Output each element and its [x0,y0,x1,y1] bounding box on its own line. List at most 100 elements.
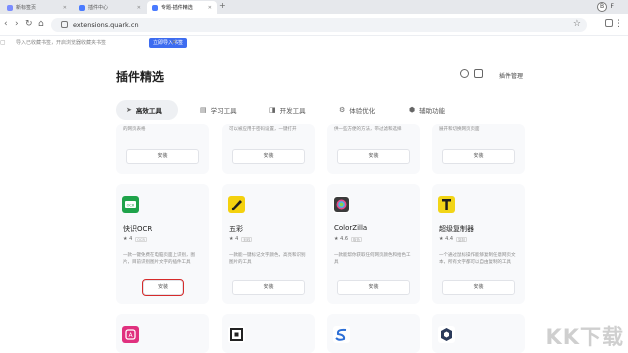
quark-favicon-icon [152,4,158,11]
extension-name[interactable]: 超级复制器 [439,224,474,234]
extension-card: 的网页表格 安装 [116,124,209,174]
bookmark-star-icon[interactable]: ☆ [573,19,581,29]
tab-label: 专题-插件精选 [161,5,193,11]
qr-icon [228,326,245,343]
new-tab-favicon-icon [7,4,13,11]
install-button[interactable]: 安装 [126,149,199,164]
back-arrow-icon[interactable]: ‹ [4,19,8,29]
install-button[interactable]: 安装 [232,280,305,295]
translate-icon: A [122,326,139,343]
tab-development[interactable]: ◨ 开发工具 [259,100,319,120]
address-bar[interactable]: extensions.quark.cn ☆ [51,18,587,32]
install-button[interactable]: 安装 [442,280,515,295]
category-label: 高效工具 [135,107,162,115]
extension-card: A [116,314,209,353]
rating-value: ★ 4 [229,236,239,242]
svg-text:OCR: OCR [127,203,135,207]
tab-accessibility[interactable]: ⬢ 辅助功能 [399,100,461,120]
rating-value: ★ 4.4 [439,236,454,242]
extension-description: 一个通过鼠标操作能够复制任意网页文本，所有文字都可以自由复制的工具 [439,253,516,265]
address-url[interactable]: extensions.quark.cn [73,21,139,29]
bookmarks-bar: ▢ 导入已收藏书签，开启浏览器收藏夹书签 立即导入书签 × [0,36,628,50]
svg-text:A: A [128,332,133,339]
install-button[interactable]: 安装 [337,280,410,295]
extension-card: 供一些方便的方法，带过滤和选择 安装 [327,124,420,174]
colorzilla-icon [333,196,350,213]
extension-rating: ★ 4.4 复制 [439,236,468,242]
extension-card [327,314,420,353]
close-tab-icon[interactable]: ✕ [208,5,212,11]
extension-name[interactable]: 五彩 [229,224,243,234]
bookmark-folder-icon[interactable]: ▢ [0,39,6,46]
extension-name[interactable]: ColorZilla [334,224,367,232]
extension-tag: OCR [135,236,147,242]
manage-extensions-link[interactable]: 插件管理 [499,71,523,80]
close-bookmarks-hint-icon[interactable]: × [171,38,177,46]
extension-tag: 复制 [456,236,468,242]
tab-label: 插件中心 [88,5,109,11]
extension-description: 可以被应用于密码设置，一键打开 [229,127,297,132]
tab-featured-extensions[interactable]: 专题-插件精选 ✕ [147,1,217,14]
browser-tab-strip: 新标签页 ✕ 插件中心 ✕ 专题-插件精选 ✕ + B F [0,0,628,14]
s-logo-icon [333,326,350,343]
extensions-toolbar-icon[interactable] [605,19,613,27]
settings-icon: ⚙ [339,106,346,114]
page-title: 插件精选 [116,70,165,84]
close-tab-icon[interactable]: ✕ [137,5,141,11]
tab-extensions-center[interactable]: 插件中心 ✕ [74,1,146,14]
rating-value: ★ 4.6 [334,236,349,242]
import-bookmarks-button[interactable]: 立即导入书签 [149,38,188,48]
extension-tag: 划线 [241,236,253,242]
menu-dots-icon[interactable]: ⋮ [614,19,623,29]
extension-rating: ★ 4 OCR [123,236,147,242]
install-button[interactable]: 安装 [337,149,410,164]
extension-card: 可以被应用于密码设置，一键打开 安装 [222,124,315,174]
extension-description: 一款能一键标记文字颜色，高亮和识别图片的工具 [229,253,306,265]
profile-label[interactable]: F [611,3,614,10]
tab-new-tab[interactable]: 新标签页 ✕ [2,1,72,14]
category-label: 体验优化 [349,107,376,115]
ocr-icon: OCR [122,196,139,213]
extension-card-super-copy: 超级复制器 ★ 4.4 复制 一个通过鼠标操作能够复制任意网页文本，所有文字都可… [432,184,525,304]
user-icon[interactable] [474,69,483,78]
close-tab-icon[interactable]: ✕ [63,5,67,11]
extension-description: 一款一键免费在电脑页面上识别，图片，目前识别图片文字的插件工具 [123,253,195,265]
category-label: 辅助功能 [419,107,446,115]
headset-icon[interactable] [460,69,469,78]
extension-description: 展开和切换网页页面 [439,127,480,132]
tab-label: 新标签页 [16,5,37,11]
extension-tag: 取色 [351,236,363,242]
shield-icon: ⬢ [409,106,416,114]
bookmarks-import-hint: 导入已收藏书签，开启浏览器收藏夹书签 [16,40,107,46]
copy-tool-icon [438,196,455,213]
reload-icon[interactable]: ↻ [25,19,33,29]
install-button[interactable]: 安装 [142,279,184,296]
tab-experience[interactable]: ⚙ 体验优化 [329,100,391,120]
extension-card-colorzilla: ColorZilla ★ 4.6 取色 一款能帮你获取任何网页颜色和拾色工具 安… [327,184,420,304]
extension-card: 展开和切换网页页面 安装 [432,124,525,174]
new-tab-button[interactable]: + [219,1,226,10]
extension-description: 供一些方便的方法，带过滤和选择 [334,127,402,132]
highlighter-icon [228,196,245,213]
profile-avatar[interactable]: B [597,2,607,12]
book-icon: ▤ [200,106,207,114]
extension-card-wucai: 五彩 ★ 4 划线 一款能一键标记文字颜色，高亮和识别图片的工具 安装 [222,184,315,304]
forward-arrow-icon[interactable]: › [15,19,19,29]
lock-icon [61,21,68,28]
browser-toolbar: ‹ › ↻ ⌂ extensions.quark.cn ☆ ⋮ [0,14,628,36]
extension-rating: ★ 4 划线 [229,236,253,242]
category-label: 学习工具 [210,107,237,115]
tab-learning[interactable]: ▤ 学习工具 [190,100,250,120]
install-button[interactable]: 安装 [232,149,305,164]
extension-name[interactable]: 快识OCR [123,224,152,234]
install-button[interactable]: 安装 [442,149,515,164]
category-label: 开发工具 [279,107,306,115]
watermark-logo: KK下载 [545,325,624,349]
home-icon[interactable]: ⌂ [38,19,44,29]
extension-card-ocr: OCR 快识OCR ★ 4 OCR 一款一键免费在电脑页面上识别，图片，目前识别… [116,184,209,304]
tab-efficiency[interactable]: ➤ 高效工具 [116,100,178,120]
cube-icon [438,326,455,343]
code-icon: ◨ [269,106,276,114]
extension-description: 的网页表格 [123,127,146,132]
category-tabs: ➤ 高效工具 ▤ 学习工具 ◨ 开发工具 ⚙ 体验优化 ⬢ 辅助功能 [116,100,524,120]
